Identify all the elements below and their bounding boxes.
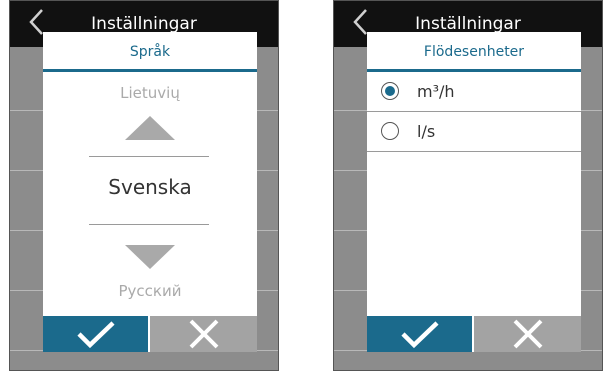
next-language[interactable]: Русский [43,282,257,300]
check-icon [76,321,115,349]
dialog-buttons [367,316,581,352]
radio-button-selected[interactable] [381,82,399,100]
confirm-button[interactable] [43,316,148,352]
previous-language[interactable]: Lietuvių [43,84,257,102]
cancel-button[interactable] [474,316,581,352]
dialog-buttons [43,316,257,352]
selection-divider-top [89,156,209,157]
language-dialog: Språk Lietuvių Svenska Русский [43,32,257,352]
check-icon [400,321,439,349]
dialog-title: Flödesenheter [367,32,581,72]
cancel-button[interactable] [150,316,257,352]
radio-option-ls[interactable]: l/s [367,112,581,152]
close-icon [189,319,218,349]
close-icon [513,319,542,349]
triangle-down-icon[interactable] [125,245,175,269]
radio-option-m3h[interactable]: m³/h [367,72,581,112]
radio-label: l/s [417,122,436,141]
language-screen: Inställningar Språk Lietuvių Svenska Рус… [9,0,279,371]
flow-units-dialog: Flödesenheter m³/h l/s [367,32,581,352]
selection-divider-bottom [89,224,209,225]
radio-button[interactable] [381,122,399,140]
confirm-button[interactable] [367,316,472,352]
current-language: Svenska [108,175,192,199]
settings-title: Inställningar [91,14,197,34]
settings-title: Inställningar [415,14,521,34]
flow-units-screen: Inställningar Flödesenheter m³/h l/s [333,0,603,371]
radio-label: m³/h [417,82,455,101]
dialog-title: Språk [43,32,257,72]
triangle-up-icon[interactable] [125,116,175,140]
